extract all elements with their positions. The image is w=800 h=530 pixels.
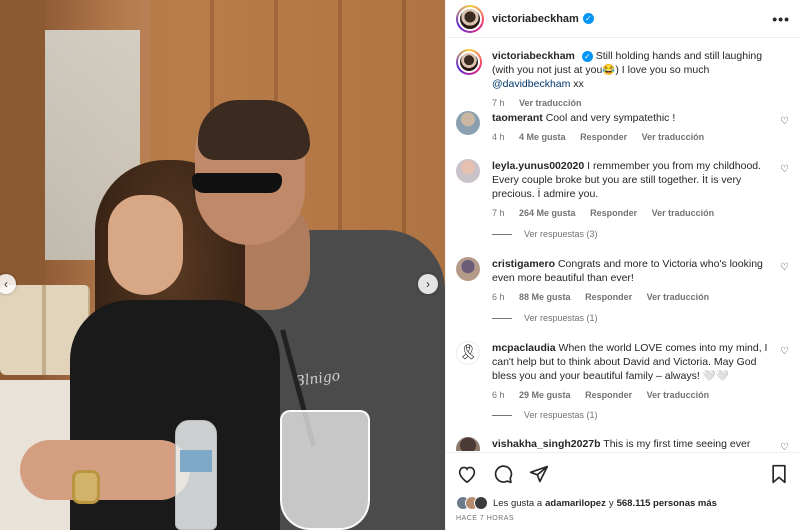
more-icon[interactable]: ••• bbox=[772, 11, 790, 27]
woman-arm bbox=[20, 440, 190, 500]
view-replies-button[interactable]: Ver respuestas (1) bbox=[492, 410, 598, 420]
post-photo[interactable]: Blnigo ‹ › bbox=[0, 0, 445, 530]
caption-time[interactable]: 7 h bbox=[492, 98, 505, 108]
view-replies-button[interactable]: Ver respuestas (3) bbox=[492, 229, 598, 239]
comment-item: 🎗 mcpaclaudia When the world LOVE comes … bbox=[456, 341, 790, 400]
view-replies-button[interactable]: Ver respuestas (1) bbox=[492, 313, 598, 323]
likes-middle: y bbox=[608, 497, 614, 509]
ribbon-avatar[interactable]: 🎗 bbox=[456, 341, 480, 365]
comment-item: vishakha_singh2027b This is my first tim… bbox=[456, 437, 790, 451]
comment-item: cristigamero Congrats and more to Victor… bbox=[456, 257, 790, 302]
share-icon[interactable] bbox=[528, 463, 550, 485]
comment-avatar[interactable] bbox=[456, 437, 480, 451]
reply-button[interactable]: Responder bbox=[580, 132, 627, 142]
reply-button[interactable]: Responder bbox=[585, 390, 632, 400]
replies-divider bbox=[492, 317, 512, 319]
translate-button[interactable]: Ver traducción bbox=[652, 208, 715, 218]
comment-likes[interactable]: 29 Me gusta bbox=[519, 390, 571, 400]
comment-username[interactable]: taomerant bbox=[492, 112, 543, 124]
action-bar bbox=[446, 452, 800, 494]
heart-icon[interactable]: ♡ bbox=[780, 347, 790, 357]
bottle-label bbox=[180, 450, 212, 472]
comment-time[interactable]: 7 h bbox=[492, 208, 505, 218]
water-glass bbox=[280, 410, 370, 530]
heart-icon[interactable]: ♡ bbox=[780, 263, 790, 273]
avatar[interactable] bbox=[456, 4, 484, 33]
likes-prefix: Les gusta a bbox=[493, 497, 543, 509]
view-replies-label[interactable]: Ver respuestas (3) bbox=[524, 229, 598, 239]
bookmark-icon[interactable] bbox=[768, 463, 790, 485]
replies-divider bbox=[492, 233, 512, 235]
post-header: victoriabeckham ✓ ••• bbox=[446, 0, 800, 38]
likes-user[interactable]: adamarilopez bbox=[545, 498, 606, 509]
translate-button[interactable]: Ver traducción bbox=[647, 390, 710, 400]
post-time-ago[interactable]: HACE 7 HORAS bbox=[456, 515, 514, 522]
comment-username[interactable]: mcpaclaudia bbox=[492, 342, 556, 354]
comment-avatar[interactable] bbox=[456, 111, 480, 135]
comment-username[interactable]: leyla.yunus002020 bbox=[492, 160, 584, 172]
reply-button[interactable]: Responder bbox=[585, 292, 632, 302]
translate-button[interactable]: Ver traducción bbox=[647, 292, 710, 302]
post-side-panel: victoriabeckham ✓ ••• victoriabeckham ✓ … bbox=[445, 0, 800, 530]
comment-item: leyla.yunus002020 I remmember you from m… bbox=[456, 159, 790, 218]
comment-avatar[interactable] bbox=[456, 159, 480, 183]
comment-likes[interactable]: 4 Me gusta bbox=[519, 132, 566, 142]
comment-likes[interactable]: 264 Me gusta bbox=[519, 208, 576, 218]
reply-button[interactable]: Responder bbox=[590, 208, 637, 218]
likes-count[interactable]: 568.115 personas más bbox=[617, 498, 717, 509]
verified-badge-icon: ✓ bbox=[582, 13, 594, 24]
caption-mention[interactable]: @davidbeckham bbox=[492, 78, 570, 90]
comment-username[interactable]: cristigamero bbox=[492, 258, 555, 270]
chevron-right-icon[interactable]: › bbox=[418, 274, 438, 294]
woman-face bbox=[108, 195, 183, 295]
watch bbox=[72, 470, 100, 504]
instagram-post: Blnigo ‹ › victoriabeckham ✓ ••• victori… bbox=[0, 0, 800, 530]
caption-avatar[interactable] bbox=[456, 49, 482, 75]
view-replies-label[interactable]: Ver respuestas (1) bbox=[524, 410, 598, 420]
replies-divider bbox=[492, 414, 512, 416]
likes-summary[interactable]: Les gusta a adamarilopez y 568.115 perso… bbox=[456, 496, 720, 510]
verified-badge-icon: ✓ bbox=[581, 50, 593, 62]
comment-username[interactable]: vishakha_singh2027b bbox=[492, 438, 601, 450]
comment-time[interactable]: 6 h bbox=[492, 390, 505, 400]
sunglasses bbox=[192, 173, 282, 193]
comment-time[interactable]: 4 h bbox=[492, 132, 505, 142]
comments-list[interactable]: victoriabeckham ✓ Still holding hands an… bbox=[446, 39, 800, 451]
man-hair bbox=[198, 100, 310, 160]
header-username[interactable]: victoriabeckham bbox=[492, 13, 579, 25]
heart-icon[interactable]: ♡ bbox=[780, 117, 790, 127]
heart-icon[interactable]: ♡ bbox=[780, 443, 790, 452]
caption-suffix: xx bbox=[573, 78, 584, 90]
caption-username[interactable]: victoriabeckham bbox=[492, 50, 575, 62]
liker-avatars bbox=[456, 496, 488, 510]
heart-icon[interactable] bbox=[456, 463, 478, 485]
water-bottle bbox=[175, 420, 217, 530]
caption: victoriabeckham ✓ Still holding hands an… bbox=[456, 49, 790, 108]
heart-icon[interactable]: ♡ bbox=[780, 165, 790, 175]
view-replies-label[interactable]: Ver respuestas (1) bbox=[524, 313, 598, 323]
comment-item: taomerant Cool and very sympatethic ! 4 … bbox=[456, 111, 790, 142]
comment-time[interactable]: 6 h bbox=[492, 292, 505, 302]
translate-button[interactable]: Ver traducción bbox=[642, 132, 705, 142]
comment-avatar[interactable] bbox=[456, 257, 480, 281]
caption-translate[interactable]: Ver traducción bbox=[519, 98, 582, 108]
comment-icon[interactable] bbox=[492, 463, 514, 485]
comment-text: Cool and very sympatethic ! bbox=[545, 112, 676, 124]
comment-likes[interactable]: 88 Me gusta bbox=[519, 292, 571, 302]
